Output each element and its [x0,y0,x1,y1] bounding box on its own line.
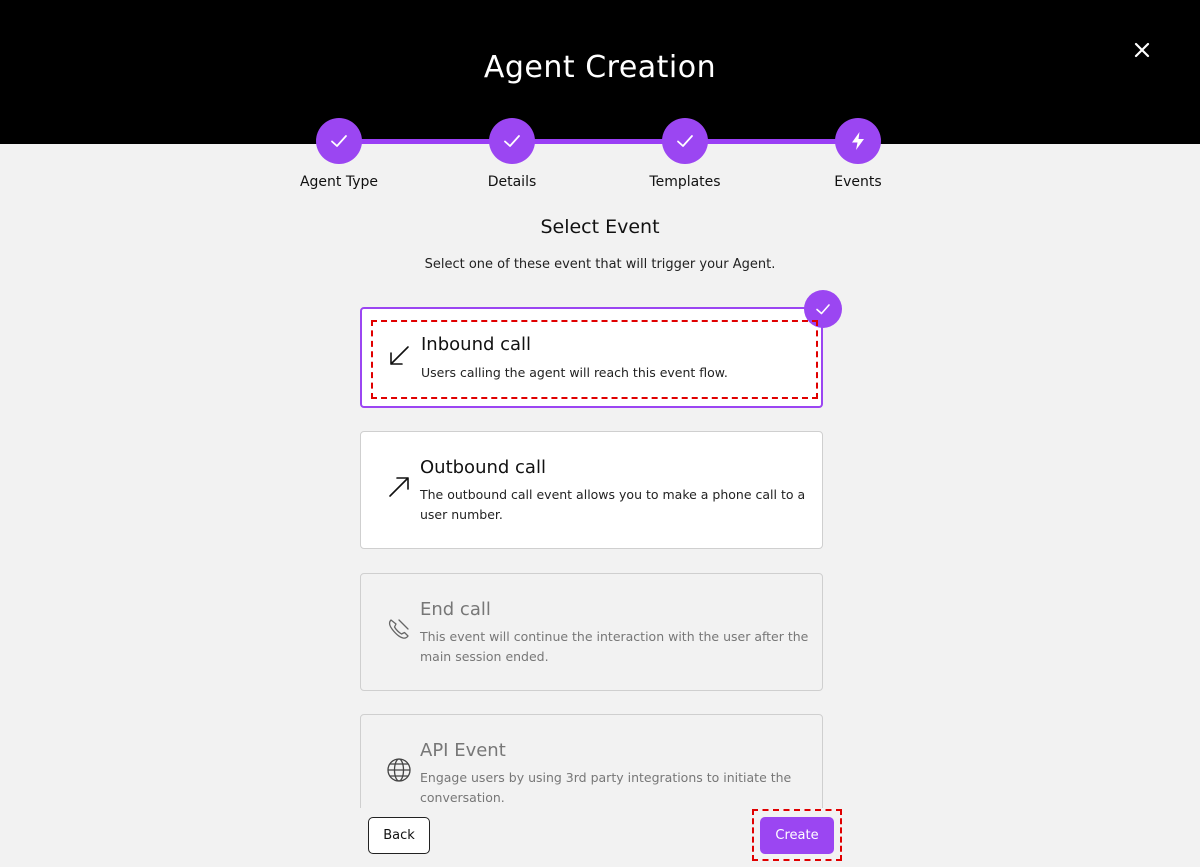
agent-creation-modal: Agent Creation Agent Type Details Templa… [0,0,1200,867]
event-title: API Event [420,740,506,761]
event-card-outbound-call[interactable]: Outbound call The outbound call event al… [360,431,823,549]
create-button[interactable]: Create [760,817,834,854]
event-title: Outbound call [420,457,546,478]
phone-hangup-icon [388,619,409,639]
stepper-progress-line [340,139,858,144]
modal-header: Agent Creation [0,0,1200,144]
close-icon [1134,42,1150,58]
check-icon [677,135,693,147]
check-icon [504,135,520,147]
event-card-end-call[interactable]: End call This event will continue the in… [360,573,823,691]
event-card-api-event[interactable]: API Event Engage users by using 3rd part… [360,714,823,808]
check-icon [331,135,347,147]
lightning-icon [852,132,864,150]
step-current-badge [835,118,881,164]
step-complete-badge [489,118,535,164]
globe-icon [387,758,411,782]
event-description: The outbound call event allows you to ma… [420,487,806,522]
step-label: Templates [649,174,721,190]
step-templates[interactable]: Templates [615,118,755,190]
step-label: Details [487,174,537,190]
section-subtitle: Select one of these event that will trig… [424,257,776,272]
modal-title: Agent Creation [483,50,717,85]
step-agent-type[interactable]: Agent Type [269,118,409,190]
back-button[interactable]: Back [368,817,430,854]
event-list[interactable]: Inbound call Users calling the agent wil… [340,290,860,808]
arrow-down-left-icon [390,346,409,365]
event-title: End call [420,599,491,620]
step-complete-badge [316,118,362,164]
event-description: Engage users by using 3rd party integrat… [420,770,792,805]
step-label: Events [834,174,882,190]
close-button[interactable] [1124,32,1160,68]
event-title: Inbound call [421,334,532,355]
step-label: Agent Type [299,174,379,190]
check-icon [816,304,830,315]
event-card-inbound-call[interactable]: Inbound call Users calling the agent wil… [360,307,823,408]
section-title: Select Event [540,216,660,238]
step-details[interactable]: Details [442,118,582,190]
event-description: Users calling the agent will reach this … [421,365,728,380]
step-complete-badge [662,118,708,164]
step-events[interactable]: Events [788,118,928,190]
arrow-up-right-icon [389,477,409,497]
selected-check-badge [804,290,842,328]
event-description: This event will continue the interaction… [420,629,809,664]
